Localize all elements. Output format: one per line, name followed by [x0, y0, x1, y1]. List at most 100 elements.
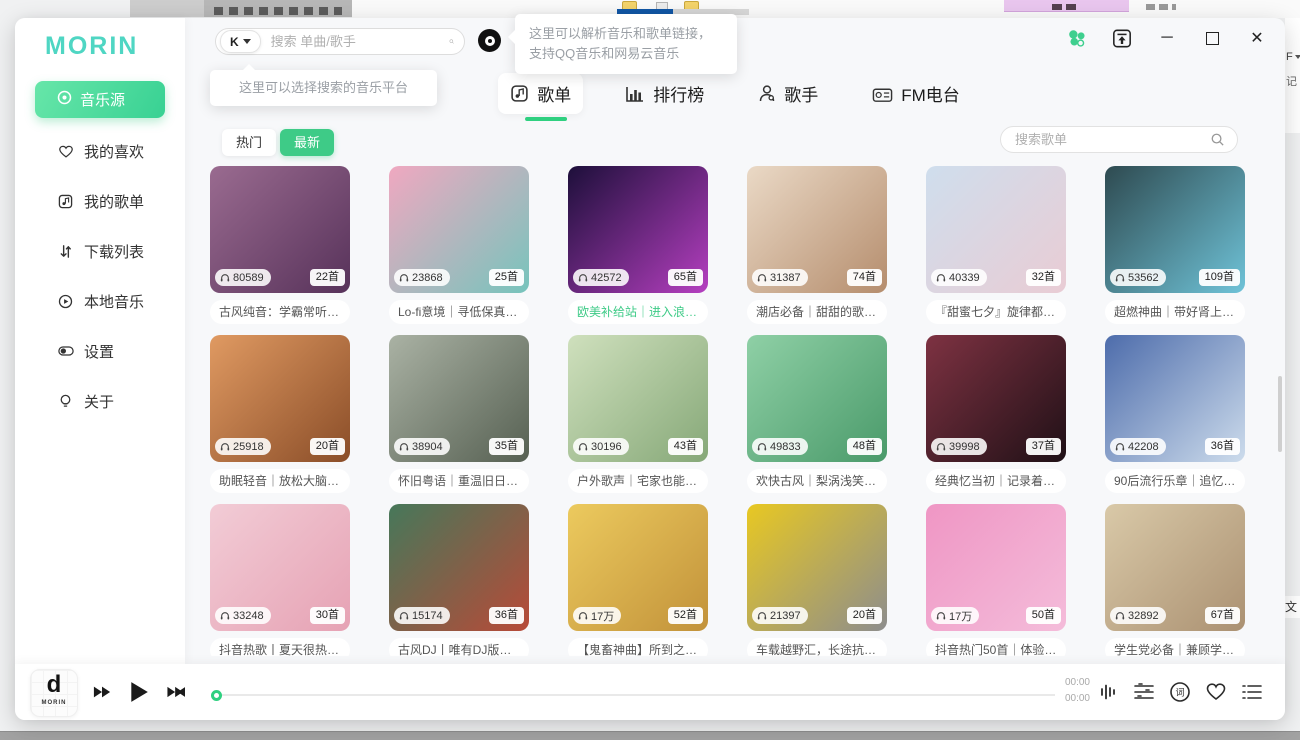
player-icons: 词	[1097, 664, 1263, 720]
lyrics-icon[interactable]: 词	[1169, 681, 1191, 703]
sidebar-item-about[interactable]: 关于	[15, 376, 185, 426]
sidebar-item-settings[interactable]: 设置	[15, 326, 185, 376]
sidebar-item-download-list[interactable]: 下载列表	[15, 226, 185, 276]
playlist-search-input[interactable]	[1013, 131, 1210, 148]
progress-handle[interactable]	[211, 690, 222, 701]
playlist-card[interactable]: 42572 65首 欧美补给站｜进入浪漫时...	[568, 166, 708, 324]
playlist-card[interactable]: 80589 22首 古风纯音：学霸常听仙乐...	[210, 166, 350, 324]
playlist-card[interactable]: 49833 48首 欢快古风｜梨涡浅笑，小...	[747, 335, 887, 493]
playlist-search-bar[interactable]	[1000, 126, 1238, 153]
playlist-cover[interactable]: 32892 67首	[1105, 504, 1245, 631]
song-count-badge: 36首	[1205, 438, 1240, 455]
playlist-title[interactable]: 助眠轻音｜放松大脑，愉...	[210, 469, 350, 493]
playlist-cover[interactable]: 15174 36首	[389, 504, 529, 631]
parse-link-button[interactable]	[478, 29, 501, 52]
sidebar-item-my-playlists[interactable]: 我的歌单	[15, 176, 185, 226]
playlist-cover[interactable]: 40339 32首	[926, 166, 1066, 293]
play-queue-icon[interactable]	[1241, 681, 1263, 703]
progress-bar[interactable]	[211, 690, 1055, 700]
progress-track	[222, 694, 1055, 696]
playlist-card[interactable]: 32892 67首 学生党必备｜兼顾学习...	[1105, 504, 1245, 656]
playlist-card[interactable]: 21397 20首 车载越野汇，长途抗疲...	[747, 504, 887, 656]
tab-singers[interactable]: 歌手	[746, 73, 830, 114]
song-search-bar[interactable]: K	[215, 28, 465, 55]
playlist-card[interactable]: 42208 36首 90后流行乐章｜追忆校...	[1105, 335, 1245, 493]
playlist-title[interactable]: 古风纯音：学霸常听仙乐...	[210, 300, 350, 324]
playlist-cover[interactable]: 42572 65首	[568, 166, 708, 293]
platform-selector[interactable]: K	[220, 30, 261, 53]
play-count: 30196	[591, 441, 622, 453]
plugin-clover-icon[interactable]	[1067, 28, 1087, 48]
playlist-title[interactable]: 欧美补给站｜进入浪漫时...	[568, 300, 708, 324]
playlist-card[interactable]: 31387 74首 潮店必备｜甜甜的歌曲，...	[747, 166, 887, 324]
playlist-cover[interactable]: 49833 48首	[747, 335, 887, 462]
song-search-input[interactable]	[269, 33, 449, 50]
playlist-title[interactable]: 怀旧粤语｜重温旧日情，...	[389, 469, 529, 493]
playlist-cover[interactable]: 80589 22首	[210, 166, 350, 293]
playlist-title[interactable]: 90后流行乐章｜追忆校...	[1105, 469, 1245, 493]
playlist-cover[interactable]: 42208 36首	[1105, 335, 1245, 462]
playlist-title[interactable]: 户外歌声｜宅家也能亲近...	[568, 469, 708, 493]
playlist-card[interactable]: 39998 37首 经典忆当初｜记录着光阴...	[926, 335, 1066, 493]
minimize-button[interactable]: ─	[1157, 28, 1177, 48]
playlist-cover[interactable]: 17万 50首	[926, 504, 1066, 631]
play-count: 21397	[770, 610, 801, 622]
sidebar-item-my-likes[interactable]: 我的喜欢	[15, 126, 185, 176]
playlist-card[interactable]: 33248 30首 抖音热歌丨夏天很热，很...	[210, 504, 350, 656]
playlist-title[interactable]: Lo-fi意境｜寻低保真清...	[389, 300, 529, 324]
boss-key-icon[interactable]	[1112, 28, 1132, 48]
tab-rank[interactable]: 排行榜	[613, 73, 716, 114]
tab-singer-icon	[758, 84, 776, 103]
equalizer-settings-icon[interactable]	[1133, 681, 1155, 703]
playlist-card[interactable]: 25918 20首 助眠轻音｜放松大脑，愉...	[210, 335, 350, 493]
playlist-card[interactable]: 40339 32首 『甜蜜七夕』旋律都在冒...	[926, 166, 1066, 324]
play-count: 38904	[412, 441, 443, 453]
playlist-card[interactable]: 17万 50首 抖音热门50首｜体验单...	[926, 504, 1066, 656]
sidebar-item-music-source[interactable]: 音乐源	[35, 81, 165, 118]
playlist-cover[interactable]: 21397 20首	[747, 504, 887, 631]
playlist-card[interactable]: 38904 35首 怀旧粤语｜重温旧日情，...	[389, 335, 529, 493]
close-button[interactable]: ✕	[1247, 28, 1267, 48]
playlist-title[interactable]: 古风DJ丨唯有DJ版不醉...	[389, 638, 529, 656]
playlist-cover[interactable]: 17万 52首	[568, 504, 708, 631]
maximize-button[interactable]	[1202, 28, 1222, 48]
tab-fm-radio[interactable]: FM电台	[860, 73, 972, 114]
playlist-card[interactable]: 23868 25首 Lo-fi意境｜寻低保真清...	[389, 166, 529, 324]
playlist-cover[interactable]: 38904 35首	[389, 335, 529, 462]
playlist-title[interactable]: 欢快古风｜梨涡浅笑，小...	[747, 469, 887, 493]
playlist-title[interactable]: 【鬼畜神曲】所到之处鬼...	[568, 638, 708, 656]
playlist-card[interactable]: 17万 52首 【鬼畜神曲】所到之处鬼...	[568, 504, 708, 656]
volume-equalizer-icon[interactable]	[1097, 681, 1119, 703]
playlist-title[interactable]: 学生党必备｜兼顾学习...	[1105, 638, 1245, 656]
playlist-cover[interactable]: 25918 20首	[210, 335, 350, 462]
playlist-cover[interactable]: 39998 37首	[926, 335, 1066, 462]
song-count-badge: 35首	[489, 438, 524, 455]
filter-new-button[interactable]: 最新	[280, 129, 334, 156]
sidebar-item-local-music[interactable]: 本地音乐	[15, 276, 185, 326]
playlist-card[interactable]: 53562 109首 超燃神曲｜带好肾上腺素...	[1105, 166, 1245, 324]
playlist-cover[interactable]: 30196 43首	[568, 335, 708, 462]
playlist-cover[interactable]: 53562 109首	[1105, 166, 1245, 293]
playlist-card[interactable]: 30196 43首 户外歌声｜宅家也能亲近...	[568, 335, 708, 493]
playlist-title[interactable]: 潮店必备｜甜甜的歌曲，...	[747, 300, 887, 324]
playlist-title[interactable]: 抖音热歌丨夏天很热，很...	[210, 638, 350, 656]
favorite-heart-icon[interactable]	[1205, 681, 1227, 703]
playlist-cover[interactable]: 31387 74首	[747, 166, 887, 293]
song-count-badge: 36首	[489, 607, 524, 624]
playlist-cover[interactable]: 23868 25首	[389, 166, 529, 293]
playlist-title[interactable]: 超燃神曲｜带好肾上腺素...	[1105, 300, 1245, 324]
next-button[interactable]	[167, 686, 185, 698]
play-button[interactable]	[129, 681, 149, 703]
playlist-title[interactable]: 『甜蜜七夕』旋律都在冒...	[926, 300, 1066, 324]
song-count-badge: 37首	[1026, 438, 1061, 455]
playlist-cover[interactable]: 33248 30首	[210, 504, 350, 631]
tab-playlists[interactable]: 歌单	[498, 73, 583, 114]
previous-button[interactable]	[93, 685, 111, 699]
playlist-title[interactable]: 车载越野汇，长途抗疲...	[747, 638, 887, 656]
filter-hot-button[interactable]: 热门	[222, 129, 276, 156]
playlist-card[interactable]: 15174 36首 古风DJ丨唯有DJ版不醉...	[389, 504, 529, 656]
playlist-title[interactable]: 经典忆当初｜记录着光阴...	[926, 469, 1066, 493]
scrollbar-thumb[interactable]	[1278, 376, 1282, 452]
playlist-title[interactable]: 抖音热门50首｜体验单...	[926, 638, 1066, 656]
headphones-icon	[578, 442, 588, 452]
